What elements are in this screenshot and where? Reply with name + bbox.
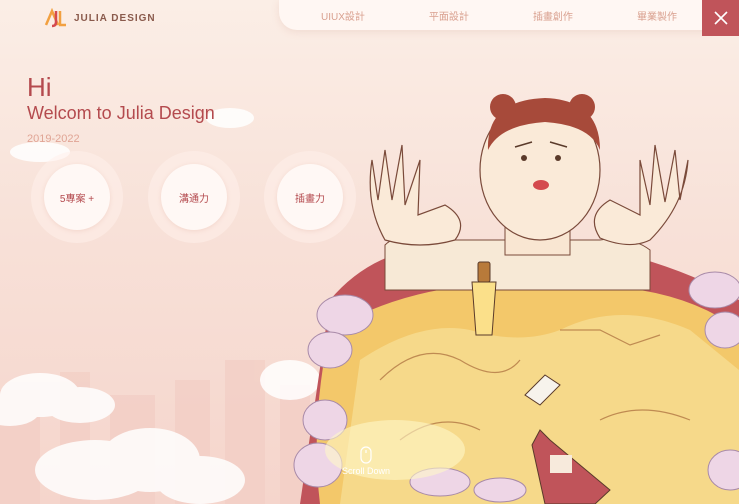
skill-badge-projects: 5專案 + [31,151,123,243]
nav-item-uiux[interactable]: UIUX設計 [321,8,365,23]
skill-label: 溝通力 [161,164,227,230]
skill-label: 5專案 + [44,164,110,230]
mouse-icon [360,446,372,464]
scroll-down-label: Scroll Down [342,466,391,476]
main-nav: UIUX設計 平面設計 插畫創作 畢業製作 [279,0,709,30]
logo-mark-icon [44,8,66,28]
brand-logo[interactable]: JULIA DESIGN [44,8,156,28]
hero-greeting: Hi [27,72,52,102]
nav-item-graduation[interactable]: 畢業製作 [637,8,677,23]
scroll-down[interactable]: Scroll Down [342,446,390,476]
skill-label: 插畫力 [277,164,343,230]
hero-illustration [0,94,739,504]
skill-badge-communication: 溝通力 [148,151,240,243]
skill-badge-illustration: 插畫力 [264,151,356,243]
close-icon [713,11,728,25]
nav-item-illustration[interactable]: 插畫創作 [533,8,573,23]
close-button[interactable] [702,0,739,36]
nav-item-graphic[interactable]: 平面設計 [429,8,469,23]
brand-name: JULIA DESIGN [74,12,156,24]
hero-welcome: Welcom to Julia Design [27,103,215,123]
hero-years: 2019-2022 [27,133,80,145]
